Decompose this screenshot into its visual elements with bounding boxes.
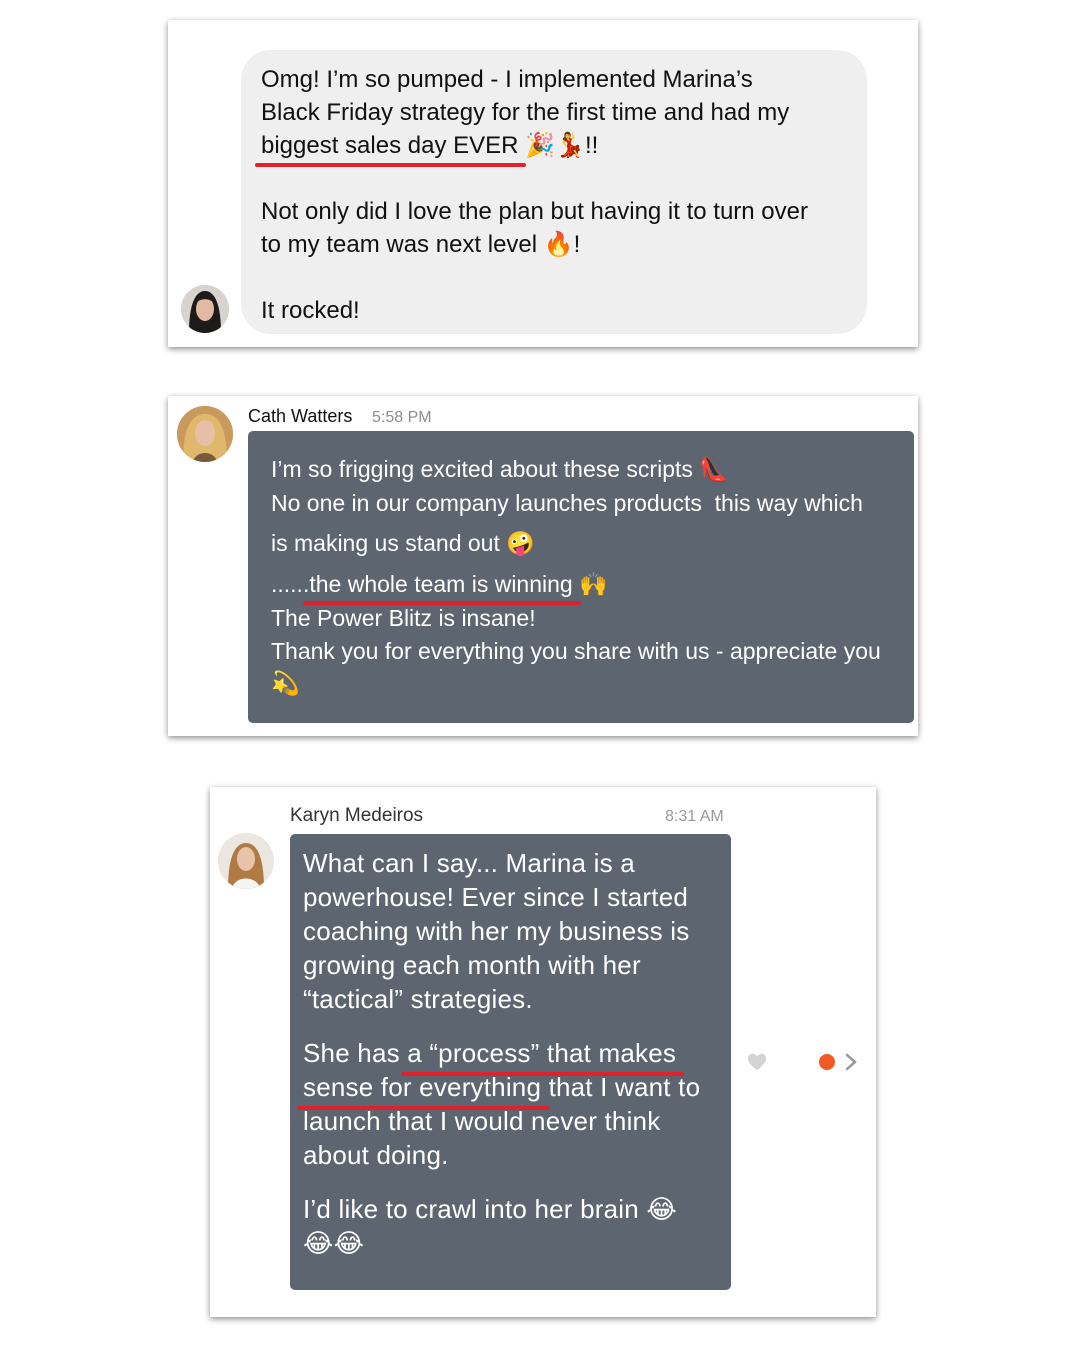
message-text: She has bbox=[303, 1038, 408, 1068]
avatar[interactable] bbox=[177, 406, 233, 462]
highlighted-phrase: the whole team is winning bbox=[309, 571, 573, 597]
raised-hands-icon: 🙌 bbox=[579, 572, 608, 598]
high-heel-icon: 👠 bbox=[699, 457, 728, 483]
message-bubble: Omg! I’m so pumped - I implemented Marin… bbox=[241, 50, 867, 334]
message-line: “tactical” strategies. bbox=[303, 984, 533, 1014]
timestamp: 8:31 AM bbox=[665, 808, 724, 825]
message-line: No one in our company launches products … bbox=[271, 490, 863, 516]
exclamation-text: ! bbox=[573, 231, 581, 258]
message-bubble: What can I say... Marina is a powerhouse… bbox=[290, 834, 731, 1290]
message-line: Black Friday strategy for the first time… bbox=[261, 99, 790, 126]
highlighted-phrase: biggest sales day EVER bbox=[261, 132, 519, 159]
chevron-right-icon[interactable] bbox=[843, 1052, 859, 1072]
party-popper-icon: 🎉 bbox=[525, 131, 556, 159]
message-line: I’m so frigging excited about these scri… bbox=[271, 456, 693, 482]
message-line: to my team was next level bbox=[261, 231, 538, 258]
message-line: growing each month with her bbox=[303, 950, 641, 980]
sender-name: Karyn Medeiros bbox=[290, 805, 424, 826]
laughing-tears-icon: 😂😂 bbox=[303, 1229, 365, 1259]
message-line: Not only did I love the plan but having … bbox=[261, 198, 808, 225]
message-line: The Power Blitz is insane! bbox=[271, 605, 536, 631]
message-line: What can I say... Marina is a bbox=[303, 848, 635, 878]
message-line: is making us stand out bbox=[271, 530, 500, 556]
laughing-tears-icon: 😂 bbox=[646, 1195, 677, 1225]
message-line: powerhouse! Ever since I started bbox=[303, 882, 689, 912]
message-line: It rocked! bbox=[261, 297, 360, 324]
avatar[interactable] bbox=[218, 833, 274, 889]
dizzy-icon: 💫 bbox=[271, 671, 300, 697]
message-bubble: I’m so frigging excited about these scri… bbox=[248, 431, 914, 723]
message-text: that I want to bbox=[541, 1072, 701, 1102]
testimonial-card-1: Omg! I’m so pumped - I implemented Marin… bbox=[168, 20, 918, 347]
timestamp: 5:58 PM bbox=[372, 409, 432, 426]
message-line: Thank you for everything you share with … bbox=[271, 638, 881, 664]
highlighted-phrase: a “process” that makes bbox=[407, 1038, 677, 1068]
message-line: about doing. bbox=[303, 1140, 449, 1170]
fire-icon: 🔥 bbox=[543, 230, 574, 258]
exclamation-text: !! bbox=[584, 132, 599, 159]
testimonial-card-3: Karyn Medeiros 8:31 AM What can I say...… bbox=[210, 787, 876, 1317]
ellipsis-text: ...... bbox=[271, 571, 310, 597]
message-line: coaching with her my business is bbox=[303, 916, 690, 946]
heart-icon[interactable] bbox=[746, 1051, 768, 1073]
zany-face-icon: 🤪 bbox=[506, 531, 535, 557]
highlighted-phrase: sense for everything bbox=[303, 1072, 542, 1102]
dancer-icon: 💃 bbox=[555, 131, 585, 159]
sender-name: Cath Watters bbox=[248, 406, 353, 426]
message-line: Omg! I’m so pumped - I implemented Marin… bbox=[261, 66, 753, 93]
message-line: I’d like to crawl into her brain bbox=[303, 1194, 639, 1224]
status-dot bbox=[819, 1054, 835, 1070]
testimonial-card-2: Cath Watters 5:58 PM I’m so frigging exc… bbox=[168, 396, 918, 736]
avatar[interactable] bbox=[181, 285, 229, 333]
